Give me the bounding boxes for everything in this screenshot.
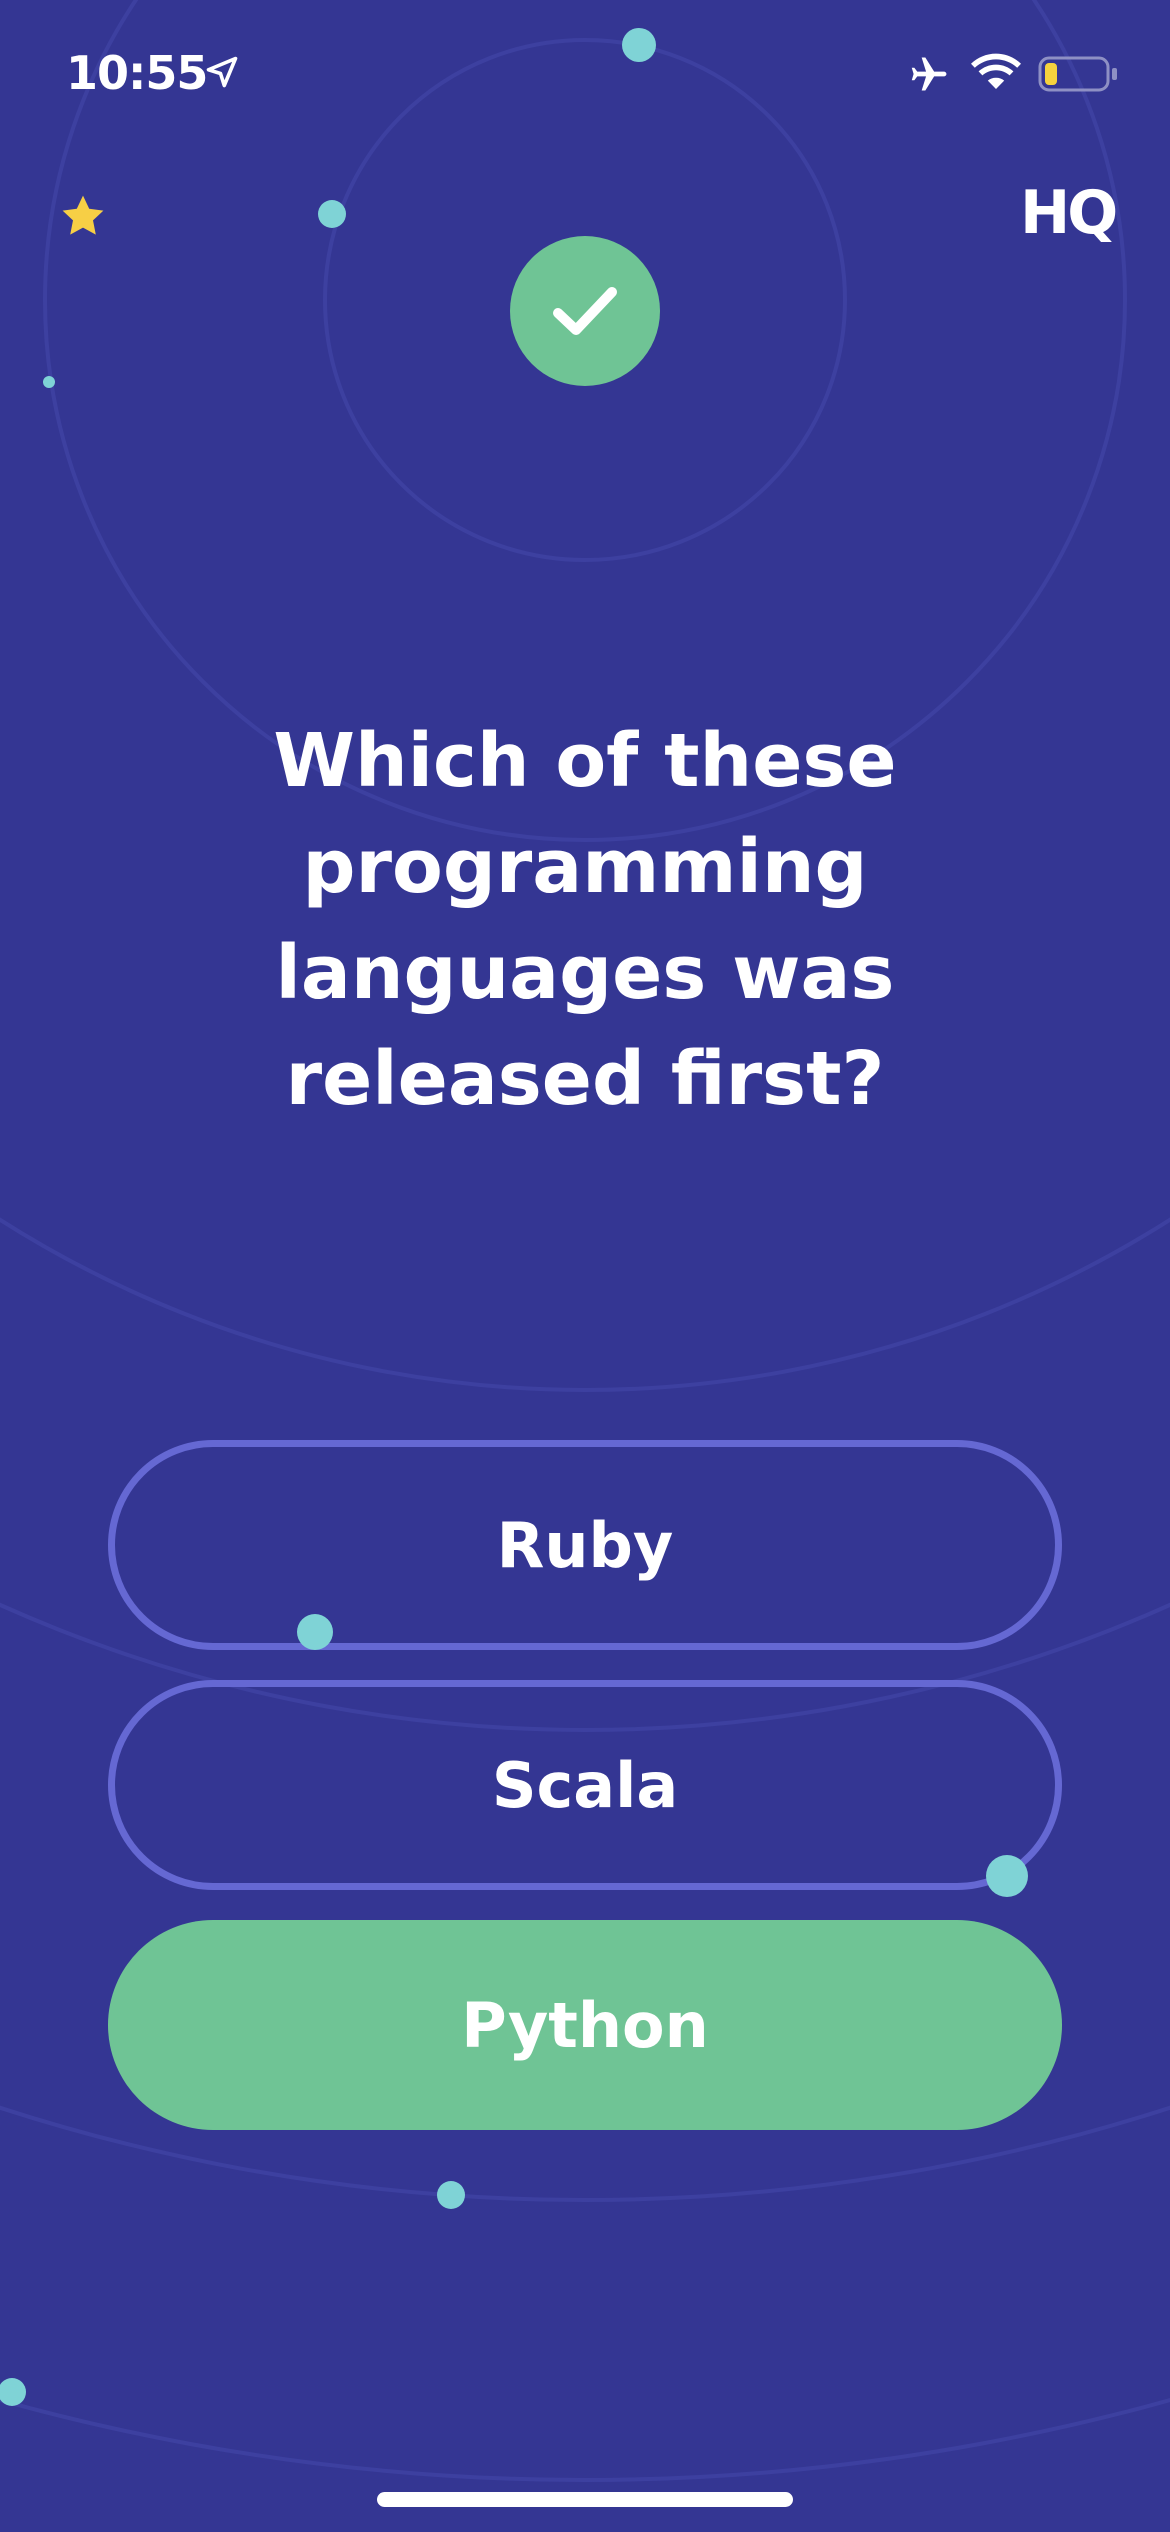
airplane-icon (911, 57, 947, 91)
home-indicator[interactable] (377, 2492, 793, 2507)
decorative-dot (318, 200, 346, 228)
status-time: 10:55 (66, 46, 208, 100)
decorative-dot (986, 1855, 1028, 1897)
battery-icon (1038, 56, 1117, 92)
status-bar: 10:55 (0, 0, 1170, 150)
wifi-icon (971, 53, 1021, 89)
answer-option-python[interactable]: Python (108, 1920, 1062, 2130)
hq-logo: HQ (1020, 178, 1118, 248)
decorative-dot (0, 2378, 26, 2406)
decorative-dot (43, 376, 55, 388)
answer-label: Python (461, 1988, 709, 2062)
answer-label: Ruby (496, 1508, 674, 1582)
decorative-dot (297, 1614, 333, 1650)
decorative-dot (437, 2181, 465, 2209)
location-arrow-icon (206, 56, 238, 88)
correct-answer-badge (510, 236, 660, 386)
answer-option-ruby[interactable]: Ruby (108, 1440, 1062, 1650)
answer-option-scala[interactable]: Scala (108, 1680, 1062, 1890)
question-text: Which of these programming languages was… (273, 718, 897, 1122)
checkmark-icon (553, 287, 617, 335)
answer-label: Scala (491, 1748, 679, 1822)
star-icon (62, 195, 104, 235)
decorative-dot (622, 28, 656, 62)
